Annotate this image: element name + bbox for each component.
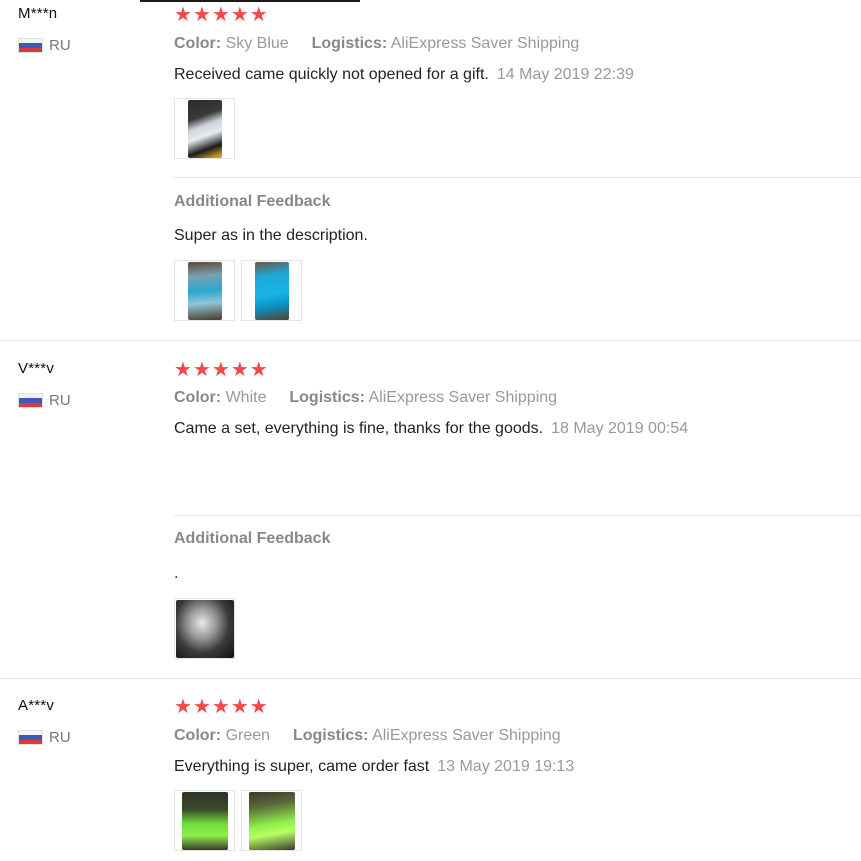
- review-photo-thumbnail[interactable]: [174, 260, 235, 321]
- review-attributes: Color: Green Logistics: AliExpress Saver…: [174, 727, 561, 745]
- additional-feedback-title: Additional Feedback: [174, 193, 331, 210]
- country-code: RU: [49, 729, 71, 746]
- star-icon: ★: [192, 359, 211, 381]
- review-text: Received came quickly not opened for a g…: [174, 66, 489, 83]
- star-rating: ★ ★ ★ ★ ★: [174, 5, 268, 25]
- star-icon: ★: [249, 696, 268, 718]
- review-attributes: Color: White Logistics: AliExpress Saver…: [174, 389, 557, 407]
- star-icon: ★: [249, 359, 268, 381]
- star-icon: ★: [230, 359, 249, 381]
- country-code: RU: [49, 37, 71, 54]
- star-rating: ★ ★ ★ ★ ★: [174, 697, 268, 717]
- reviewer-name: A***v: [18, 697, 55, 714]
- color-value: Green: [225, 727, 271, 744]
- review-date: 18 May 2019 00:54: [551, 420, 689, 437]
- review-date: 13 May 2019 19:13: [437, 758, 575, 775]
- additional-feedback-title: Additional Feedback: [174, 530, 331, 547]
- star-icon: ★: [192, 696, 211, 718]
- star-icon: ★: [174, 359, 192, 381]
- additional-feedback-photos: [174, 260, 302, 321]
- photo-package-image: [248, 791, 295, 850]
- star-icon: ★: [249, 4, 268, 26]
- logistics-label: Logistics:: [289, 389, 365, 406]
- logistics-value: AliExpress Saver Shipping: [390, 35, 580, 52]
- review-photo-thumbnail[interactable]: [174, 98, 235, 159]
- reviewer-country: RU: [18, 392, 71, 409]
- logistics-value: AliExpress Saver Shipping: [368, 389, 558, 406]
- star-icon: ★: [174, 696, 192, 718]
- review-divider: [0, 340, 861, 341]
- reviewer-name: M***n: [18, 5, 58, 22]
- color-value: Sky Blue: [225, 35, 289, 52]
- additional-feedback-text: .: [174, 565, 179, 582]
- star-rating: ★ ★ ★ ★ ★: [174, 360, 268, 380]
- photo-package-image: [181, 791, 228, 850]
- star-icon: ★: [211, 696, 230, 718]
- reviewer-country: RU: [18, 37, 71, 54]
- logistics-label: Logistics:: [292, 727, 369, 744]
- russia-flag-icon: [18, 38, 43, 53]
- russia-flag-icon: [18, 730, 43, 745]
- review-date: 14 May 2019 22:39: [496, 66, 634, 83]
- logistics-label: Logistics:: [311, 35, 388, 52]
- review-divider: [0, 678, 861, 679]
- active-tab-indicator: [140, 0, 360, 2]
- color-label: Color:: [174, 389, 222, 406]
- star-icon: ★: [230, 696, 249, 718]
- star-icon: ★: [211, 359, 230, 381]
- color-label: Color:: [174, 727, 222, 744]
- review-photo-thumbnail[interactable]: [174, 790, 235, 851]
- review-photo-thumbnail[interactable]: [241, 260, 302, 321]
- photo-package-image: [254, 261, 289, 320]
- russia-flag-icon: [18, 393, 43, 408]
- logistics-value: AliExpress Saver Shipping: [372, 727, 561, 744]
- feedback-divider: [174, 515, 861, 516]
- reviews-page: M***n RU ★ ★ ★ ★ ★ Color: Sky Blue Logis…: [0, 0, 861, 861]
- feedback-divider: [174, 177, 861, 178]
- country-code: RU: [49, 392, 71, 409]
- reviewer-name: V***v: [18, 360, 55, 377]
- review-body: Came a set, everything is fine, thanks f…: [174, 420, 688, 438]
- review-photos: [174, 98, 235, 159]
- review-text: Everything is super, came order fast: [174, 758, 430, 775]
- review-photos: [174, 790, 302, 851]
- reviewer-country: RU: [18, 729, 71, 746]
- review-body: Received came quickly not opened for a g…: [174, 66, 634, 84]
- review-attributes: Color: Sky Blue Logistics: AliExpress Sa…: [174, 35, 579, 53]
- star-icon: ★: [230, 4, 249, 26]
- photo-package-image: [187, 261, 222, 320]
- review-body: Everything is super, came order fast 13 M…: [174, 758, 574, 776]
- additional-feedback-text: Super as in the description.: [174, 227, 368, 244]
- star-icon: ★: [174, 4, 192, 26]
- photo-package-image: [175, 599, 234, 658]
- additional-feedback-photos: [174, 598, 235, 659]
- review-text: Came a set, everything is fine, thanks f…: [174, 420, 544, 437]
- star-icon: ★: [192, 4, 211, 26]
- review-photo-thumbnail[interactable]: [241, 790, 302, 851]
- review-photo-thumbnail[interactable]: [174, 598, 235, 659]
- color-value: White: [225, 389, 267, 406]
- color-label: Color:: [174, 35, 222, 52]
- star-icon: ★: [211, 4, 230, 26]
- photo-package-image: [187, 99, 222, 158]
